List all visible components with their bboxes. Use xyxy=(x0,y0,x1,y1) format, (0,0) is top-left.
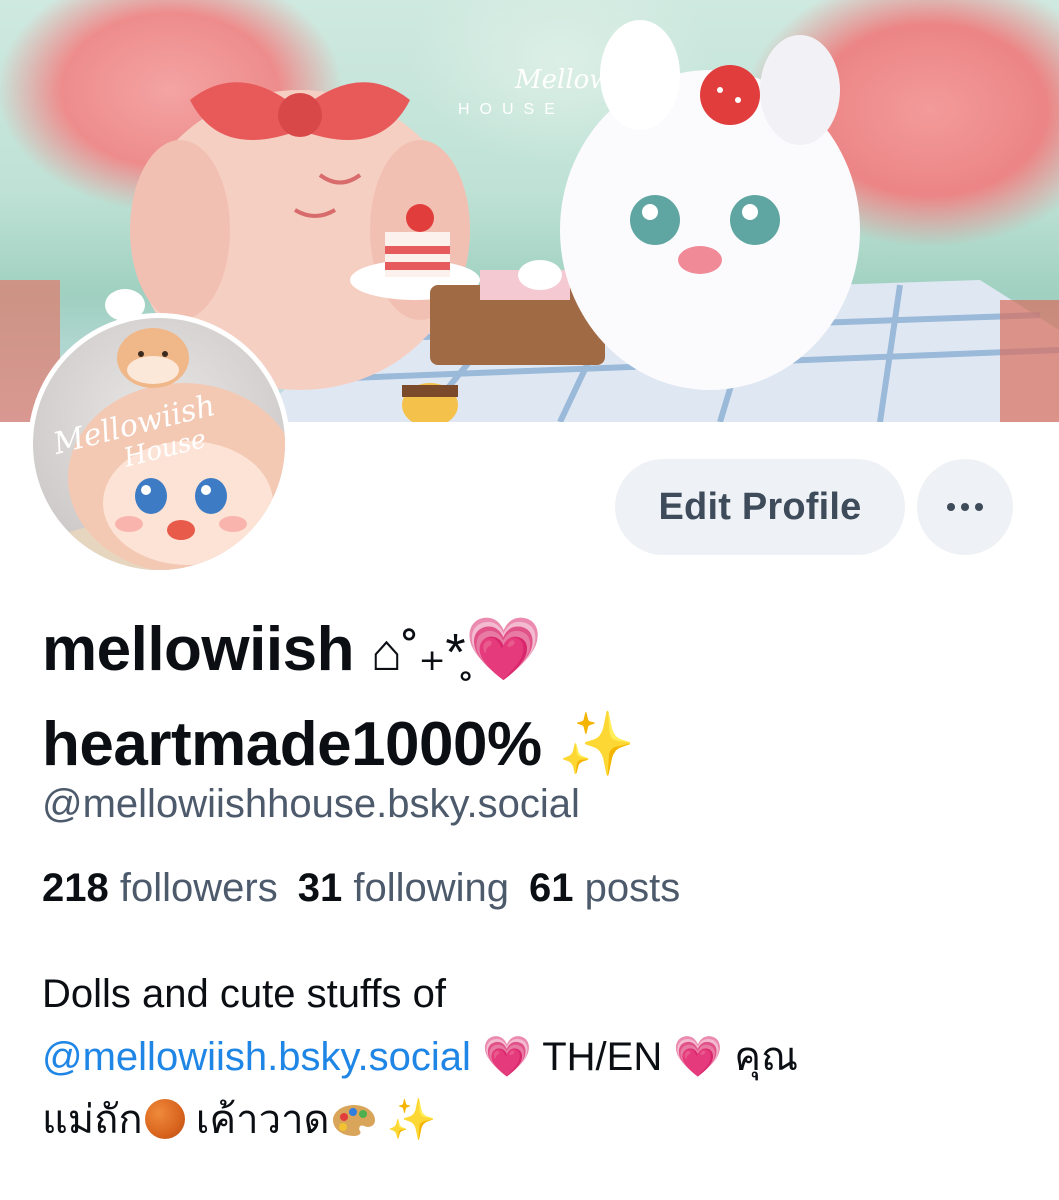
dot xyxy=(975,503,983,511)
avatar[interactable]: Mellowiish House xyxy=(28,313,290,575)
svg-text:Mellowiish: Mellowiish xyxy=(514,65,658,95)
svg-text:HOUSE: HOUSE xyxy=(458,101,565,118)
followers-label: followers xyxy=(119,866,278,910)
palette-icon xyxy=(332,1105,375,1136)
posts-label: posts xyxy=(584,866,681,910)
display-name-text: mellowiish xyxy=(42,615,354,684)
bio-mention-link[interactable]: @mellowiish.bsky.social xyxy=(42,1035,471,1079)
posts-count: 61 xyxy=(529,866,574,910)
edit-profile-button[interactable]: Edit Profile xyxy=(615,459,905,555)
bio-lang: TH/EN xyxy=(542,1035,663,1079)
heart-emoji-icon: 💗 xyxy=(465,615,542,684)
bio-thai-text: แม่ถัก xyxy=(42,1098,143,1142)
profile-handle: @mellowiishhouse.bsky.social xyxy=(42,782,580,826)
followers-count: 218 xyxy=(42,866,109,910)
profile-stats: 218 followers 31 following 61 posts xyxy=(42,866,680,911)
following-label: following xyxy=(353,866,509,910)
sparkles-emoji-icon: ✨ xyxy=(386,1098,437,1142)
dot xyxy=(947,503,955,511)
bio-thai-text: คุณ xyxy=(734,1035,799,1079)
dot xyxy=(961,503,969,511)
following-link[interactable]: 31 following xyxy=(298,866,509,910)
display-name: mellowiish ⌂˚₊*̥💗 heartmade1000% ✨ xyxy=(42,604,1002,791)
followers-link[interactable]: 218 followers xyxy=(42,866,278,910)
following-count: 31 xyxy=(297,866,343,910)
sparkles-emoji-icon: ✨ xyxy=(558,710,636,779)
heart-emoji-icon: 💗 xyxy=(673,1035,724,1079)
posts-count-group: 61 posts xyxy=(529,866,680,910)
yarn-icon xyxy=(144,1099,185,1139)
house-sparkle-deco: ⌂˚₊*̥ xyxy=(370,624,466,682)
profile-bio: Dolls and cute stuffs of @mellowiish.bsk… xyxy=(42,963,1032,1152)
display-name-text-line2: heartmade1000% xyxy=(42,710,542,779)
bio-text: Dolls and cute stuffs of xyxy=(42,972,446,1016)
bio-thai-text: เค้าวาด xyxy=(195,1098,330,1142)
more-options-button[interactable] xyxy=(917,459,1013,555)
heart-emoji-icon: 💗 xyxy=(482,1035,532,1079)
avatar-image: Mellowiish House xyxy=(33,318,285,570)
avatar-illustration: Mellowiish House xyxy=(33,328,285,570)
